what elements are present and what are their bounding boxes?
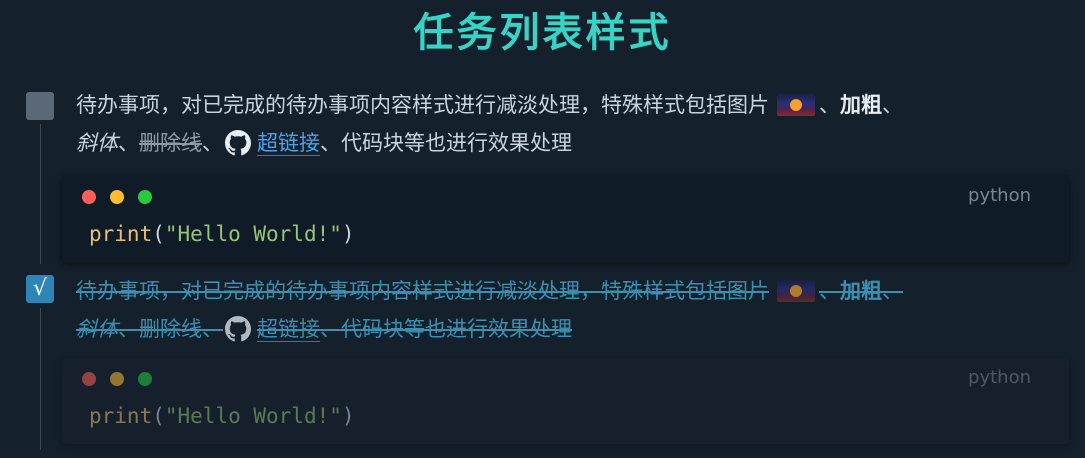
code-language-label: python [968, 367, 1031, 388]
code-function: print [89, 404, 153, 428]
window-close-dot [82, 190, 96, 204]
github-icon [225, 130, 251, 156]
page-title: 任务列表样式 [413, 10, 672, 56]
task-connector-line [40, 124, 41, 264]
task-checkbox-checked[interactable]: √ [26, 275, 54, 303]
task-text-intro: 待办事项，对已完成的待办事项内容样式进行减淡处理，特殊样式包括图片 [76, 279, 769, 303]
italic-text: 斜体 [76, 131, 118, 155]
hyperlink[interactable]: 超链接 [257, 131, 320, 156]
task-text-outro: 、代码块等也进行效果处理 [320, 131, 572, 155]
task-checkbox[interactable] [26, 92, 54, 120]
separator: 、 [202, 317, 223, 341]
sunset-image-thumbnail [777, 94, 815, 116]
bold-text: 加粗 [840, 93, 882, 117]
code-function: print [89, 222, 153, 246]
code-line: print("Hello World!") [89, 404, 355, 428]
code-line: print("Hello World!") [89, 222, 355, 246]
github-icon [225, 316, 251, 342]
sunset-image-thumbnail [777, 280, 815, 302]
separator: 、 [819, 93, 840, 117]
window-close-dot [82, 372, 96, 386]
separator: 、 [819, 279, 840, 303]
separator: 、 [118, 317, 139, 341]
window-minimize-dot [110, 190, 124, 204]
code-paren: ( [152, 404, 165, 428]
task-text: 待办事项，对已完成的待办事项内容样式进行减淡处理，特殊样式包括图片 、加粗、 斜体、… [76, 272, 1066, 348]
task-text: 待办事项，对已完成的待办事项内容样式进行减淡处理，特殊样式包括图片 、加粗、 斜体、… [76, 86, 1066, 162]
code-paren: ) [341, 222, 355, 246]
window-maximize-dot [138, 372, 152, 386]
task-connector-line [40, 308, 41, 450]
window-minimize-dot [110, 372, 124, 386]
window-maximize-dot [138, 190, 152, 204]
strikethrough-text: 删除线 [139, 317, 202, 341]
code-language-label: python [968, 185, 1031, 206]
hyperlink[interactable]: 超链接 [257, 317, 320, 342]
separator: 、 [882, 279, 903, 303]
italic-text: 斜体 [76, 317, 118, 341]
code-paren: ) [341, 404, 355, 428]
task-text-intro: 待办事项，对已完成的待办事项内容样式进行减淡处理，特殊样式包括图片 [76, 93, 769, 117]
separator: 、 [202, 131, 223, 155]
code-string: "Hello World!" [164, 222, 342, 246]
code-block: python print("Hello World!") [62, 358, 1069, 444]
separator: 、 [118, 131, 139, 155]
task-text-outro: 、代码块等也进行效果处理 [320, 317, 572, 341]
separator: 、 [882, 93, 903, 117]
code-block: python print("Hello World!") [62, 176, 1069, 262]
code-paren: ( [152, 222, 165, 246]
code-string: "Hello World!" [164, 404, 342, 428]
strikethrough-text: 删除线 [139, 131, 202, 155]
bold-text: 加粗 [840, 279, 882, 303]
